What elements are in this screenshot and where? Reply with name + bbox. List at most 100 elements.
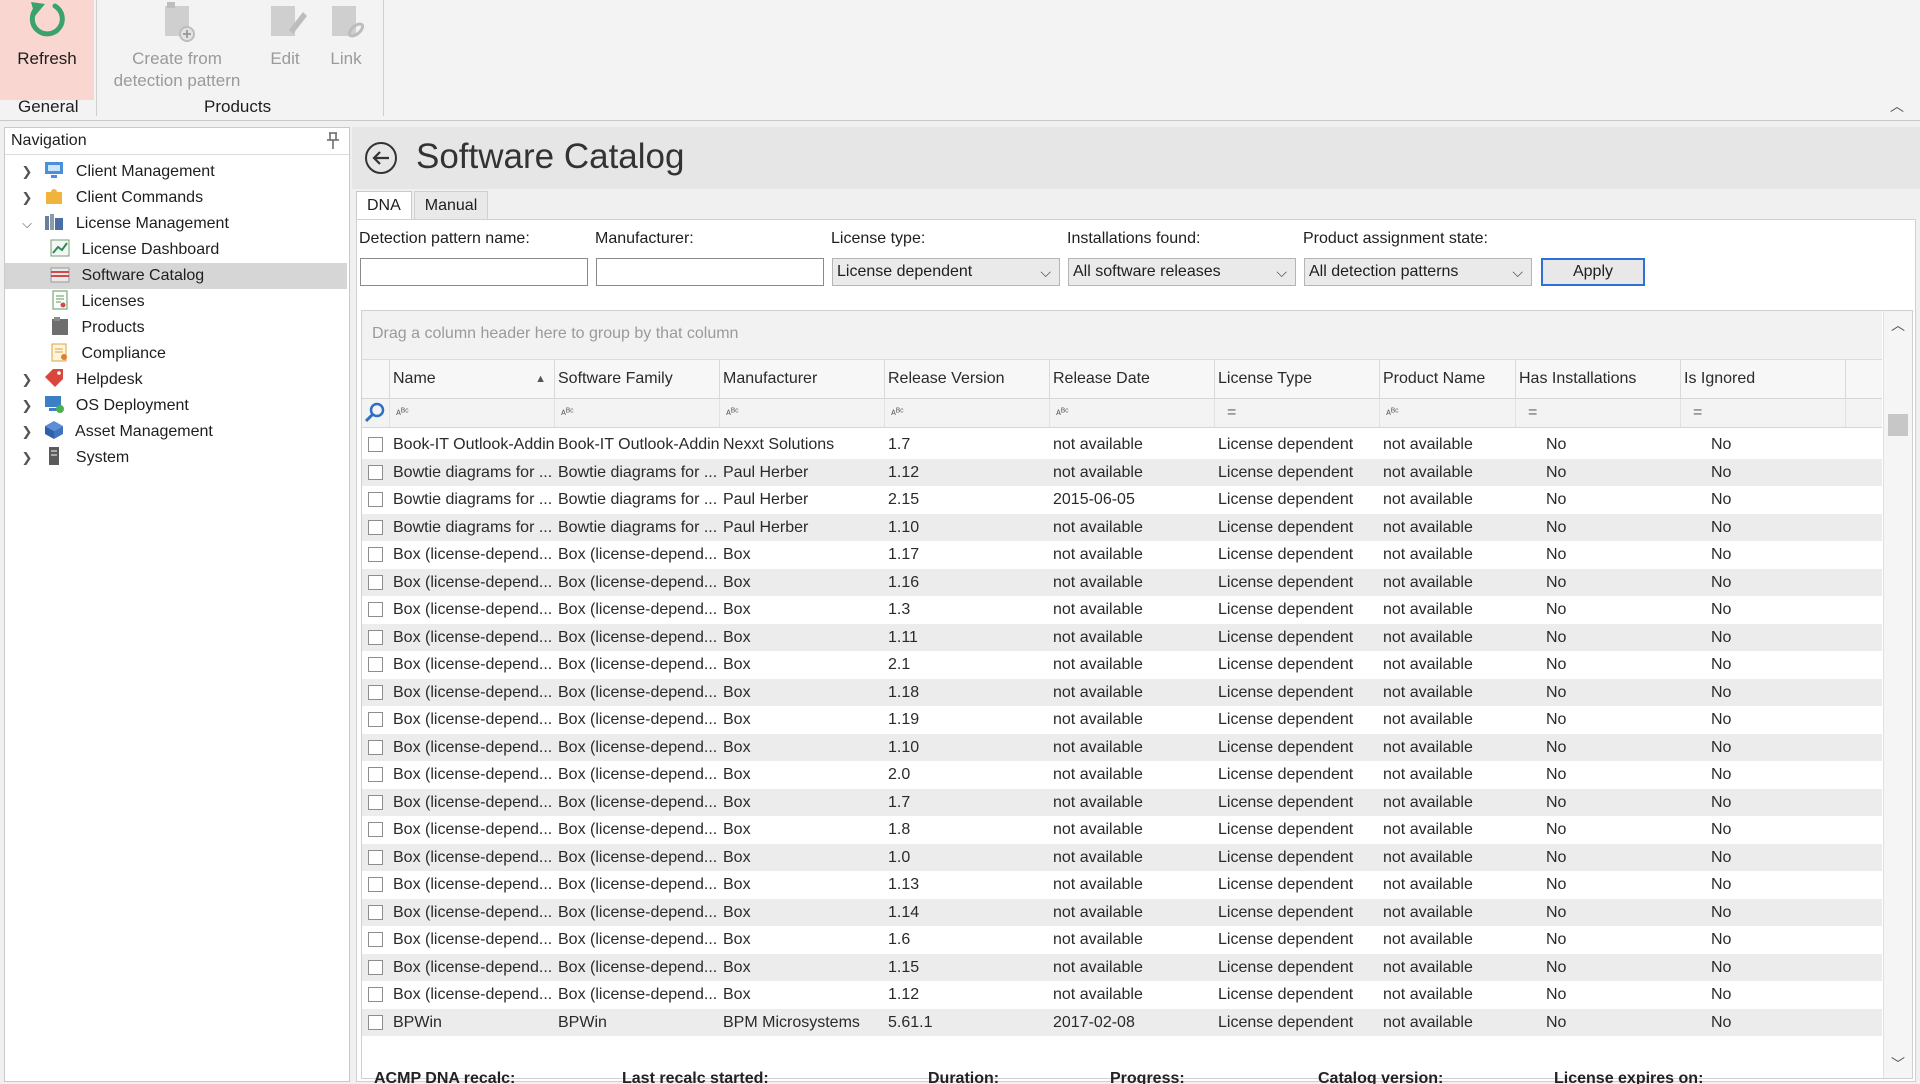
- row-checkbox[interactable]: [368, 1014, 383, 1030]
- row-checkbox[interactable]: [368, 602, 383, 617]
- collapse-ribbon-chevron-icon[interactable]: ︿: [1890, 96, 1904, 116]
- row-checkbox[interactable]: [368, 574, 383, 590]
- row-checkbox[interactable]: [368, 464, 383, 480]
- tab-dna[interactable]: DNA: [356, 191, 412, 221]
- column-header-manufacturer[interactable]: Manufacturer: [720, 360, 885, 398]
- table-row[interactable]: Book-IT Outlook-Addin Book-IT Outlook-Add…: [362, 431, 1882, 459]
- nav-item-os-deployment[interactable]: ❯ OS Deployment: [19, 393, 339, 419]
- table-row[interactable]: Box (license-depend... Box (license-depen…: [362, 596, 1882, 624]
- tab-manual[interactable]: Manual: [413, 191, 489, 221]
- row-checkbox[interactable]: [368, 629, 383, 645]
- row-checkbox[interactable]: [368, 794, 383, 810]
- scroll-up-icon[interactable]: ︿: [1891, 315, 1905, 335]
- column-header-release-date[interactable]: Release Date: [1050, 360, 1215, 398]
- refresh-button[interactable]: Refresh: [0, 0, 94, 100]
- nav-item-helpdesk[interactable]: ❯ Helpdesk: [19, 367, 339, 393]
- column-header-release-version[interactable]: Release Version: [885, 360, 1050, 398]
- back-arrow-icon[interactable]: [364, 141, 398, 175]
- table-row[interactable]: Box (license-depend... Box (license-depen…: [362, 761, 1882, 789]
- nav-item-software-catalog[interactable]: Software Catalog: [5, 263, 347, 289]
- nav-item-asset-management[interactable]: ❯ Asset Management: [19, 419, 339, 445]
- row-checkbox[interactable]: [368, 932, 383, 947]
- edit-button[interactable]: Edit: [262, 0, 308, 100]
- filter-search-icon[interactable]: [362, 399, 390, 427]
- row-checkbox[interactable]: [368, 492, 383, 507]
- column-header-has-installations[interactable]: Has Installations: [1516, 360, 1681, 398]
- table-row[interactable]: BPWin BPWin BPM Microsystems 5.61.1 2017-02-…: [362, 1008, 1882, 1036]
- table-row[interactable]: Bowtie diagrams for ... Bowtie diagrams f…: [362, 513, 1882, 541]
- filter-cell-software-family-icon[interactable]: ᴀᴮᶜ: [555, 399, 720, 427]
- detection-pattern-name-input[interactable]: [360, 258, 588, 286]
- row-checkbox[interactable]: [368, 904, 383, 920]
- row-checkbox[interactable]: [368, 877, 383, 892]
- table-row[interactable]: Box (license-depend... Box (license-depen…: [362, 981, 1882, 1009]
- row-checkbox[interactable]: [368, 987, 383, 1002]
- column-header-software-family[interactable]: Software Family: [555, 360, 720, 398]
- nav-item-license-dashboard[interactable]: License Dashboard: [45, 237, 339, 263]
- row-checkbox[interactable]: [368, 657, 383, 672]
- group-by-panel[interactable]: Drag a column header here to group by th…: [362, 311, 1882, 360]
- create-from-detection-pattern-button[interactable]: Create from detection pattern: [100, 0, 254, 100]
- table-row[interactable]: Box (license-depend... Box (license-depen…: [362, 788, 1882, 816]
- column-header-license-type[interactable]: License Type: [1215, 360, 1380, 398]
- nav-item-system[interactable]: ❯ System: [19, 445, 339, 471]
- product-assignment-state-select[interactable]: All detection patterns ⌵: [1304, 258, 1532, 286]
- filter-cell-is-ignored-equals-icon[interactable]: =: [1681, 399, 1846, 427]
- row-checkbox[interactable]: [368, 547, 383, 562]
- table-row[interactable]: Box (license-depend... Box (license-depen…: [362, 651, 1882, 679]
- filter-cell-license-type-equals-icon[interactable]: =: [1215, 399, 1380, 427]
- row-checkbox[interactable]: [368, 767, 383, 782]
- table-row[interactable]: Box (license-depend... Box (license-depen…: [362, 706, 1882, 734]
- link-button[interactable]: Link: [320, 0, 372, 100]
- table-row[interactable]: Bowtie diagrams for ... Bowtie diagrams f…: [362, 458, 1882, 486]
- nav-item-products[interactable]: Products: [45, 315, 339, 341]
- vertical-scrollbar[interactable]: ︿ ﹀: [1883, 311, 1912, 1078]
- table-row[interactable]: Box (license-depend... Box (license-depen…: [362, 871, 1882, 899]
- row-checkbox[interactable]: [368, 739, 383, 755]
- expand-chevron-icon[interactable]: ❯: [19, 185, 35, 211]
- expand-chevron-icon[interactable]: ❯: [19, 393, 35, 419]
- filter-cell-manufacturer-icon[interactable]: ᴀᴮᶜ: [720, 399, 885, 427]
- apply-button[interactable]: Apply: [1541, 258, 1645, 286]
- nav-item-client-management[interactable]: ❯ Client Management: [19, 159, 339, 185]
- filter-cell-release-date-icon[interactable]: ᴀᴮᶜ: [1050, 399, 1215, 427]
- row-checkbox[interactable]: [368, 712, 383, 727]
- row-checkbox[interactable]: [368, 959, 383, 975]
- table-row[interactable]: Box (license-depend... Box (license-depen…: [362, 623, 1882, 651]
- table-row[interactable]: Box (license-depend... Box (license-depen…: [362, 568, 1882, 596]
- nav-item-licenses[interactable]: Licenses: [45, 289, 339, 315]
- table-row[interactable]: Bowtie diagrams for ... Bowtie diagrams f…: [362, 486, 1882, 514]
- filter-cell-release-version-icon[interactable]: ᴀᴮᶜ: [885, 399, 1050, 427]
- nav-item-compliance[interactable]: Compliance: [45, 341, 339, 367]
- table-row[interactable]: Box (license-depend... Box (license-depen…: [362, 816, 1882, 844]
- manufacturer-input[interactable]: [596, 258, 824, 286]
- column-header-product-name[interactable]: Product Name: [1380, 360, 1516, 398]
- table-row[interactable]: Box (license-depend... Box (license-depen…: [362, 926, 1882, 954]
- table-row[interactable]: Box (license-depend... Box (license-depen…: [362, 898, 1882, 926]
- nav-item-client-commands[interactable]: ❯ Client Commands: [19, 185, 339, 211]
- row-checkbox[interactable]: [368, 849, 383, 865]
- column-header-checkbox[interactable]: [362, 360, 390, 398]
- row-checkbox[interactable]: [368, 822, 383, 837]
- filter-cell-name-icon[interactable]: ᴀᴮᶜ: [390, 399, 555, 427]
- expand-chevron-icon[interactable]: ❯: [19, 159, 35, 185]
- row-checkbox[interactable]: [368, 519, 383, 535]
- nav-item-license-management[interactable]: ⌵ License Management: [19, 211, 339, 237]
- collapse-chevron-icon[interactable]: ⌵: [19, 211, 35, 237]
- row-checkbox[interactable]: [368, 437, 383, 452]
- table-row[interactable]: Box (license-depend... Box (license-depen…: [362, 541, 1882, 569]
- pin-icon[interactable]: [325, 132, 341, 150]
- table-row[interactable]: Box (license-depend... Box (license-depen…: [362, 678, 1882, 706]
- column-header-name[interactable]: Name ▲: [390, 360, 555, 398]
- table-row[interactable]: Box (license-depend... Box (license-depen…: [362, 843, 1882, 871]
- installations-found-select[interactable]: All software releases ⌵: [1068, 258, 1296, 286]
- table-row[interactable]: Box (license-depend... Box (license-depen…: [362, 953, 1882, 981]
- column-header-is-ignored[interactable]: Is Ignored: [1681, 360, 1846, 398]
- expand-chevron-icon[interactable]: ❯: [19, 419, 35, 445]
- expand-chevron-icon[interactable]: ❯: [19, 367, 35, 393]
- row-checkbox[interactable]: [368, 684, 383, 700]
- filter-cell-has-installations-equals-icon[interactable]: =: [1516, 399, 1681, 427]
- license-type-select[interactable]: License dependent ⌵: [832, 258, 1060, 286]
- table-row[interactable]: Box (license-depend... Box (license-depen…: [362, 733, 1882, 761]
- scrollbar-thumb[interactable]: [1888, 414, 1908, 436]
